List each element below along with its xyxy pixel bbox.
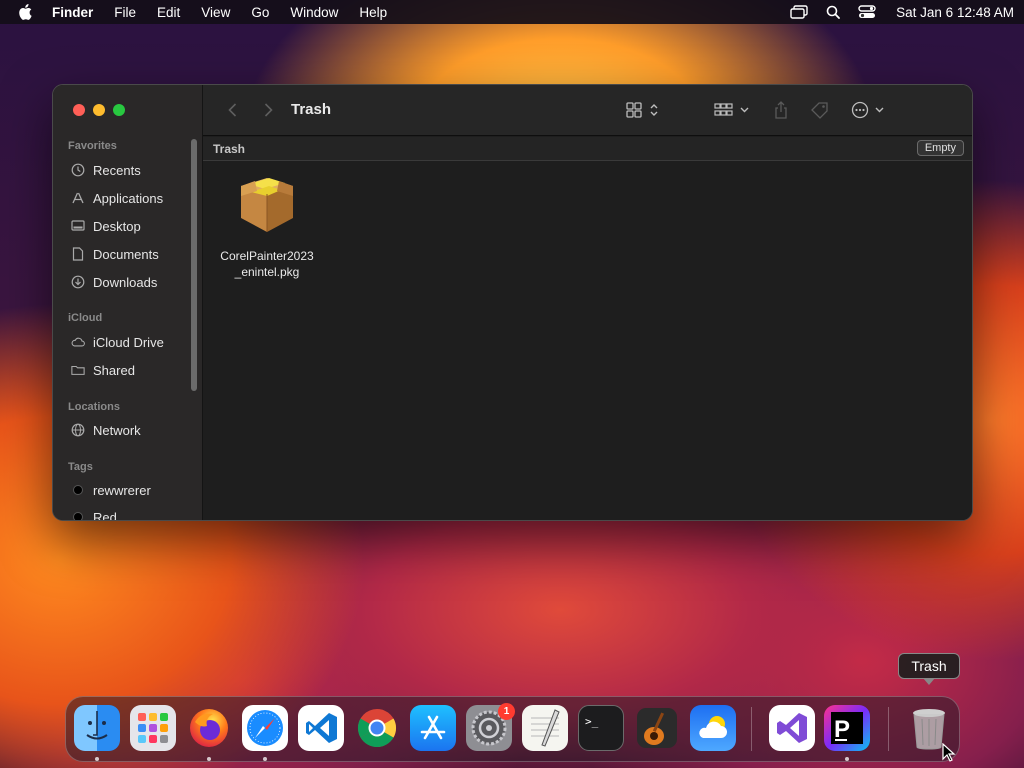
empty-trash-button[interactable]: Empty: [916, 140, 964, 156]
sidebar-item-shared[interactable]: Shared: [71, 360, 135, 380]
dock-separator: [751, 707, 752, 751]
sidebar-scrollbar[interactable]: [191, 139, 197, 391]
svg-text:P: P: [834, 716, 850, 743]
sidebar-item-tag-rewwrerer[interactable]: rewwrerer: [71, 480, 151, 500]
window-title: Trash: [291, 101, 332, 118]
file-area[interactable]: CorelPainter2023 _enintel.pkg: [203, 162, 972, 520]
sidebar-item-label: Applications: [93, 190, 164, 206]
dock-terminal-icon[interactable]: >_: [578, 705, 624, 751]
dock-firefox-icon[interactable]: [186, 705, 232, 751]
menubar-clock[interactable]: Sat Jan 6 12:48 AM: [896, 5, 1014, 20]
clock-icon: [71, 163, 85, 177]
sidebar-header-icloud: iCloud: [68, 312, 103, 324]
applications-icon: [71, 191, 85, 205]
sidebar-item-label: Shared: [93, 362, 135, 378]
zoom-window-button[interactable]: [113, 104, 125, 116]
sidebar-item-label: Network: [93, 422, 141, 438]
globe-icon: [71, 423, 85, 437]
running-indicator: [263, 757, 267, 761]
view-mode-icon[interactable]: [625, 100, 661, 120]
dock: 1 >_ P: [65, 696, 960, 762]
spotlight-search-icon[interactable]: [824, 4, 842, 20]
dock-garageband-icon[interactable]: [634, 705, 680, 751]
dock-launchpad-icon[interactable]: [130, 705, 176, 751]
finder-sidebar: Favorites Recents Applications Desktop D…: [53, 85, 203, 520]
menu-app-finder[interactable]: Finder: [52, 5, 93, 20]
file-item[interactable]: CorelPainter2023 _enintel.pkg: [217, 178, 317, 280]
sidebar-item-desktop[interactable]: Desktop: [71, 216, 141, 236]
running-indicator: [845, 757, 849, 761]
desktop-icon: [71, 219, 85, 233]
package-icon: [235, 178, 299, 238]
dock-safari-icon[interactable]: [242, 705, 288, 751]
dock-chrome-icon[interactable]: [354, 705, 400, 751]
document-icon: [71, 247, 85, 261]
download-icon: [71, 275, 85, 289]
sidebar-item-label: Red: [93, 509, 117, 521]
mouse-pointer-icon: [942, 742, 956, 763]
sidebar-item-applications[interactable]: Applications: [71, 188, 163, 208]
running-indicator: [207, 757, 211, 761]
finder-window: Favorites Recents Applications Desktop D…: [52, 84, 973, 521]
dock-tooltip: Trash: [898, 653, 960, 679]
control-center-icon[interactable]: [858, 4, 876, 20]
dock-textedit-icon[interactable]: [522, 705, 568, 751]
menu-help[interactable]: Help: [359, 5, 387, 20]
file-name-line: _enintel.pkg: [234, 265, 300, 279]
menu-view[interactable]: View: [201, 5, 230, 20]
sidebar-item-recents[interactable]: Recents: [71, 160, 141, 180]
running-indicator: [95, 757, 99, 761]
dock-separator: [888, 707, 889, 751]
window-controls: [73, 104, 125, 116]
cloud-icon: [71, 335, 85, 349]
menu-go[interactable]: Go: [251, 5, 269, 20]
tag-dot-icon: [73, 512, 83, 520]
dock-phpstorm-icon[interactable]: P: [824, 705, 870, 751]
menu-bar: Finder File Edit View Go Window Help Sat…: [0, 0, 1024, 24]
dock-tooltip-tail: [923, 678, 935, 685]
sidebar-header-tags: Tags: [68, 461, 93, 473]
dock-vscode-icon[interactable]: [298, 705, 344, 751]
svg-text:>_: >_: [585, 715, 599, 728]
notification-badge: 1: [498, 703, 515, 720]
sidebar-item-tag-red[interactable]: Red: [71, 507, 117, 521]
dock-finder-icon[interactable]: [74, 705, 120, 751]
group-by-icon[interactable]: [713, 100, 751, 120]
file-name: CorelPainter2023 _enintel.pkg: [217, 248, 317, 280]
menu-window[interactable]: Window: [290, 5, 338, 20]
shared-folder-icon: [71, 363, 85, 377]
share-icon[interactable]: [773, 100, 789, 120]
more-actions-icon[interactable]: [851, 100, 887, 120]
sidebar-item-label: rewwrerer: [93, 482, 151, 498]
trash-header-bar: Trash Empty: [203, 137, 972, 161]
back-chevron-icon[interactable]: [225, 102, 239, 118]
tag-icon[interactable]: [810, 100, 830, 120]
sidebar-header-locations: Locations: [68, 401, 120, 413]
screen-mirroring-icon[interactable]: [790, 4, 808, 20]
finder-toolbar: Trash: [203, 85, 972, 136]
sidebar-item-label: Desktop: [93, 218, 141, 234]
sidebar-item-icloud-drive[interactable]: iCloud Drive: [71, 332, 164, 352]
close-window-button[interactable]: [73, 104, 85, 116]
dock-app-store-icon[interactable]: [410, 705, 456, 751]
apple-menu-icon[interactable]: [18, 4, 34, 20]
minimize-window-button[interactable]: [93, 104, 105, 116]
tag-dot-icon: [73, 485, 83, 495]
sidebar-item-documents[interactable]: Documents: [71, 244, 159, 264]
sidebar-item-downloads[interactable]: Downloads: [71, 272, 157, 292]
sidebar-item-label: Downloads: [93, 274, 158, 290]
trash-header-label: Trash: [213, 142, 246, 156]
forward-chevron-icon[interactable]: [261, 102, 275, 118]
sidebar-item-label: Recents: [93, 162, 141, 178]
dock-visual-studio-icon[interactable]: [769, 705, 815, 751]
sidebar-header-favorites: Favorites: [68, 140, 117, 152]
menu-edit[interactable]: Edit: [157, 5, 180, 20]
sidebar-item-label: iCloud Drive: [93, 334, 164, 350]
sidebar-item-network[interactable]: Network: [71, 420, 141, 440]
dock-weather-icon[interactable]: [690, 705, 736, 751]
sidebar-item-label: Documents: [93, 246, 159, 262]
menu-file[interactable]: File: [114, 5, 136, 20]
file-name-line: CorelPainter2023: [220, 249, 314, 263]
